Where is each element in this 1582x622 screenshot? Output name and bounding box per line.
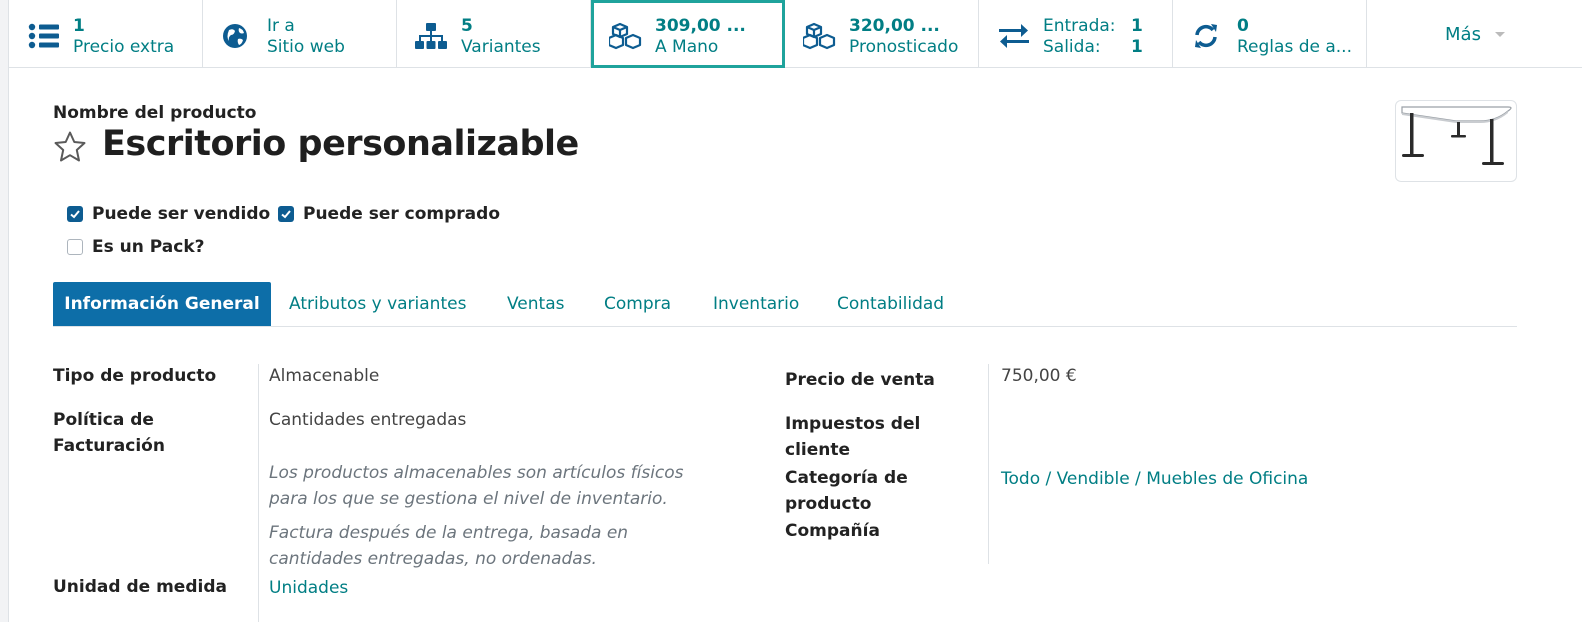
company-label: Compañía [785, 521, 880, 541]
globe-icon [223, 24, 247, 48]
refresh-icon [1195, 24, 1217, 48]
right-column-separator [988, 364, 989, 564]
tab-general-information[interactable]: Información General [53, 282, 271, 326]
cubes-icon [609, 22, 642, 50]
caret-down-icon [1494, 31, 1505, 37]
form-sheet: 1 Precio extra Ir a Sitio web 5 Variantes [8, 0, 1582, 622]
customer-taxes-field[interactable] [1001, 411, 1481, 437]
notebook-tabs: Información General Atributos y variante… [53, 282, 1517, 327]
incoming-value: 1 [1131, 16, 1143, 36]
product-type-help-line1: Los productos almacenables son artículos… [269, 463, 684, 483]
forecasted-value: 320,00 ... [849, 16, 940, 36]
variants-count: 5 [461, 16, 473, 36]
invoice-policy-label-line1: Política de [53, 410, 154, 430]
invoice-policy-help: Factura después de la entrega, basada en… [269, 520, 628, 572]
product-name-label: Nombre del producto [53, 103, 257, 123]
customer-taxes-label-line2: cliente [785, 440, 851, 460]
more-dropdown[interactable]: Más [1367, 0, 1582, 68]
outgoing-label: Salida: [1043, 37, 1101, 57]
product-type-label: Tipo de producto [53, 366, 217, 386]
company-field[interactable] [1001, 518, 1481, 544]
product-image[interactable] [1395, 100, 1517, 182]
website-button[interactable]: Ir a Sitio web [203, 0, 397, 68]
extra-price-label: Precio extra [73, 37, 175, 57]
more-label: Más [1445, 23, 1481, 45]
outgoing-value: 1 [1131, 37, 1143, 57]
incoming-label: Entrada: [1043, 16, 1116, 36]
exchange-icon [999, 24, 1029, 48]
tab-attributes-variants[interactable]: Atributos y variantes [289, 282, 466, 326]
extra-price-button[interactable]: 1 Precio extra [9, 0, 203, 68]
reorder-rules-label: Reglas de a... [1237, 37, 1352, 57]
variants-label: Variantes [461, 37, 541, 57]
invoice-policy-help-line2: cantidades entregadas, no ordenadas. [269, 549, 597, 569]
in-out-button[interactable]: Entrada: 1 Salida: 1 [979, 0, 1173, 68]
forecasted-button[interactable]: 320,00 ... Pronosticado [785, 0, 979, 68]
invoice-policy-help-line1: Factura después de la entrega, basada en [269, 523, 629, 543]
tab-accounting[interactable]: Contabilidad [837, 282, 944, 326]
product-name[interactable]: Escritorio personalizable [102, 124, 579, 164]
extra-price-value: 1 [73, 16, 85, 36]
left-column-separator [258, 364, 259, 622]
can-be-purchased-checkbox[interactable]: Puede ser comprado [278, 204, 500, 224]
can-be-purchased-label: Puede ser comprado [303, 204, 501, 224]
product-type-help-line2: para los que se gestiona el nivel de inv… [269, 489, 668, 509]
can-be-sold-label: Puede ser vendido [92, 204, 271, 224]
sitemap-icon [415, 23, 447, 49]
can-be-sold-checkbox[interactable]: Puede ser vendido [67, 204, 270, 224]
website-prefix: Ir a [267, 16, 295, 36]
uom-label: Unidad de medida [53, 577, 227, 597]
on-hand-label: A Mano [655, 37, 719, 57]
tab-sales[interactable]: Ventas [507, 282, 564, 326]
tab-inventory[interactable]: Inventario [713, 282, 799, 326]
invoice-policy-label-line2: Facturación [53, 436, 165, 456]
reorder-rules-button[interactable]: 0 Reglas de a... [1173, 0, 1367, 68]
variants-button[interactable]: 5 Variantes [397, 0, 591, 68]
checkbox-unchecked-icon [67, 239, 83, 255]
sale-price-label: Precio de venta [785, 370, 935, 390]
product-type-field[interactable]: Almacenable [269, 363, 379, 389]
smart-button-bar: 1 Precio extra Ir a Sitio web 5 Variantes [9, 0, 1582, 68]
list-icon [28, 23, 59, 49]
reorder-rules-count: 0 [1237, 16, 1249, 36]
desk-image [1401, 106, 1512, 165]
cubes-icon [803, 22, 836, 50]
forecasted-label: Pronosticado [849, 37, 959, 57]
is-pack-label: Es un Pack? [92, 237, 205, 257]
uom-field[interactable]: Unidades [269, 575, 348, 601]
tab-purchase[interactable]: Compra [604, 282, 671, 326]
sale-price-field[interactable]: 750,00 € [1001, 363, 1077, 389]
product-category-field[interactable]: Todo / Vendible / Muebles de Oficina [1001, 466, 1308, 492]
product-type-help: Los productos almacenables son artículos… [269, 460, 684, 512]
is-pack-checkbox[interactable]: Es un Pack? [67, 237, 205, 257]
on-hand-button[interactable]: 309,00 ... A Mano [591, 0, 785, 68]
favorite-star-icon[interactable] [53, 130, 87, 164]
customer-taxes-label-line1: Impuestos del [785, 414, 921, 434]
on-hand-value: 309,00 ... [655, 16, 746, 36]
product-category-label: Categoría de producto [785, 465, 908, 517]
checkbox-checked-icon [278, 206, 294, 222]
customer-taxes-label: Impuestos del cliente [785, 411, 920, 463]
invoice-policy-label: Política de Facturación [53, 407, 165, 459]
checkbox-checked-icon [67, 206, 83, 222]
product-category-label-line1: Categoría de [785, 468, 908, 488]
invoice-policy-field[interactable]: Cantidades entregadas [269, 407, 466, 433]
product-category-label-line2: producto [785, 494, 872, 514]
website-label: Sitio web [267, 37, 345, 57]
